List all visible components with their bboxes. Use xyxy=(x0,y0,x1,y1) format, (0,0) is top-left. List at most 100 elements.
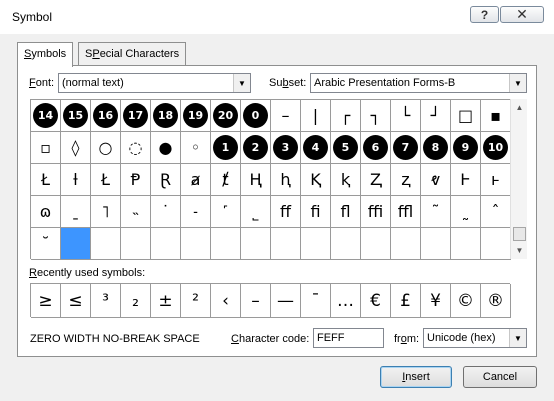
symbol-cell[interactable]: 15 xyxy=(61,100,91,132)
symbol-cell[interactable]: ○ xyxy=(91,132,121,164)
symbol-cell[interactable] xyxy=(271,228,301,260)
scroll-up-icon[interactable]: ▲ xyxy=(511,99,528,116)
symbol-cell[interactable]: ◌ xyxy=(121,132,151,164)
symbol-cell[interactable]: 14 xyxy=(31,100,61,132)
symbol-cell[interactable]: ┐ xyxy=(361,100,391,132)
scroll-down-icon[interactable]: ▼ xyxy=(511,242,528,259)
symbol-cell[interactable]: 5 xyxy=(331,132,361,164)
symbol-cell[interactable] xyxy=(91,228,121,260)
symbol-cell[interactable] xyxy=(241,228,271,260)
chevron-down-icon[interactable]: ▼ xyxy=(509,74,526,92)
symbol-cell[interactable]: Ⱪ xyxy=(301,164,331,196)
symbol-cell[interactable]: ﬀ xyxy=(271,196,301,228)
symbol-cell[interactable]: ˘ xyxy=(31,228,61,260)
symbol-cell[interactable]: ˙ xyxy=(151,196,181,228)
recent-symbol[interactable]: © xyxy=(451,284,481,318)
chevron-down-icon[interactable]: ▼ xyxy=(509,329,526,347)
symbol-cell[interactable]: ˜ xyxy=(421,196,451,228)
symbol-cell[interactable] xyxy=(361,228,391,260)
symbol-cell[interactable]: | xyxy=(301,100,331,132)
recent-symbol[interactable]: … xyxy=(331,284,361,318)
symbol-cell[interactable]: ⱴ xyxy=(421,164,451,196)
symbol-cell[interactable]: ⱦ xyxy=(211,164,241,196)
recent-symbol[interactable]: ² xyxy=(181,284,211,318)
symbol-cell[interactable]: ˷ xyxy=(451,196,481,228)
symbol-cell[interactable]: ▫ xyxy=(31,132,61,164)
symbol-cell[interactable]: ˵ xyxy=(121,196,151,228)
symbol-cell[interactable]: 8 xyxy=(421,132,451,164)
symbol-cell[interactable]: ⱬ xyxy=(391,164,421,196)
insert-button[interactable]: Insert xyxy=(380,366,452,388)
symbol-cell[interactable]: ⱶ xyxy=(481,164,511,196)
symbol-cell[interactable]: ┌ xyxy=(331,100,361,132)
symbol-cell[interactable]: 3 xyxy=(271,132,301,164)
symbol-cell[interactable]: Ⱬ xyxy=(361,164,391,196)
symbol-cell[interactable] xyxy=(121,228,151,260)
symbol-cell[interactable]: ˾ xyxy=(241,196,271,228)
tab-symbols[interactable]: Symbols xyxy=(17,42,74,67)
symbol-cell[interactable]: □ xyxy=(451,100,481,132)
recent-symbol[interactable]: € xyxy=(361,284,391,318)
symbol-cell[interactable] xyxy=(151,228,181,260)
symbol-cell[interactable]: ⱨ xyxy=(271,164,301,196)
symbol-cell[interactable]: ▪ xyxy=(481,100,511,132)
symbol-cell[interactable]: 2 xyxy=(241,132,271,164)
recent-symbol[interactable]: ± xyxy=(151,284,181,318)
font-select[interactable]: (normal text) ▼ xyxy=(58,73,251,93)
close-button[interactable]: ✕ xyxy=(500,6,544,23)
symbol-cell[interactable] xyxy=(181,228,211,260)
symbol-cell[interactable]: ˆ xyxy=(481,196,511,228)
symbol-grid-scrollbar[interactable]: ▲ ▼ xyxy=(510,99,527,259)
symbol-cell[interactable]: ● xyxy=(151,132,181,164)
recent-symbol[interactable]: ≤ xyxy=(61,284,91,318)
symbol-cell[interactable]: 4 xyxy=(301,132,331,164)
symbol-cell[interactable]: ˹ xyxy=(211,196,241,228)
symbol-cell[interactable]: Ᵽ xyxy=(121,164,151,196)
symbol-cell[interactable]: 10 xyxy=(481,132,511,164)
symbol-cell[interactable]: 0 xyxy=(241,100,271,132)
cancel-button[interactable]: Cancel xyxy=(463,366,537,388)
symbol-cell[interactable]: – xyxy=(271,100,301,132)
subset-select[interactable]: Arabic Presentation Forms-B ▼ xyxy=(310,73,527,93)
symbol-cell[interactable]: ﬃ xyxy=(361,196,391,228)
recent-symbol[interactable]: ≥ xyxy=(31,284,61,318)
symbol-cell[interactable]: ﬂ xyxy=(331,196,361,228)
symbol-cell[interactable]: 19 xyxy=(181,100,211,132)
symbol-cell[interactable] xyxy=(211,228,241,260)
symbol-cell[interactable] xyxy=(421,228,451,260)
recent-symbol[interactable]: ® xyxy=(481,284,511,318)
scrollbar-thumb[interactable] xyxy=(513,227,526,241)
symbol-cell[interactable] xyxy=(481,228,511,260)
recent-symbol[interactable]: ¯ xyxy=(301,284,331,318)
symbol-cell[interactable]: Ⱨ xyxy=(241,164,271,196)
tab-special-characters[interactable]: SPecial Characters xyxy=(78,42,187,66)
symbol-cell[interactable]: 16 xyxy=(91,100,121,132)
symbol-cell[interactable]: Ł xyxy=(31,164,61,196)
symbol-cell[interactable]: Ɽ xyxy=(151,164,181,196)
recent-symbol[interactable]: ‹ xyxy=(211,284,241,318)
symbol-cell[interactable]: ┘ xyxy=(421,100,451,132)
symbol-cell[interactable]: 18 xyxy=(151,100,181,132)
symbol-cell[interactable]: ˗ xyxy=(181,196,211,228)
symbol-cell[interactable]: └ xyxy=(391,100,421,132)
symbol-cell[interactable] xyxy=(451,228,481,260)
recent-symbol[interactable]: ³ xyxy=(91,284,121,318)
symbol-cell[interactable]: 9 xyxy=(451,132,481,164)
symbol-cell[interactable]: ⱪ xyxy=(331,164,361,196)
symbol-cell[interactable] xyxy=(391,228,421,260)
recent-symbol[interactable]: £ xyxy=(391,284,421,318)
symbol-cell[interactable]: 1 xyxy=(211,132,241,164)
symbol-cell[interactable]: Ł xyxy=(91,164,121,196)
symbol-cell[interactable]: ◊ xyxy=(61,132,91,164)
recent-symbol[interactable]: — xyxy=(271,284,301,318)
help-button[interactable]: ? xyxy=(470,6,499,23)
symbol-cell[interactable]: ◦ xyxy=(181,132,211,164)
recent-symbol[interactable]: ₂ xyxy=(121,284,151,318)
symbol-cell[interactable]: ﬁ xyxy=(301,196,331,228)
symbol-cell[interactable]: ﬄ xyxy=(391,196,421,228)
symbol-cell[interactable]: ƚ xyxy=(61,164,91,196)
symbol-cell[interactable]: 20 xyxy=(211,100,241,132)
character-code-input[interactable]: FEFF xyxy=(313,328,384,348)
symbol-cell[interactable]: 17 xyxy=(121,100,151,132)
recent-symbol[interactable]: ¥ xyxy=(421,284,451,318)
